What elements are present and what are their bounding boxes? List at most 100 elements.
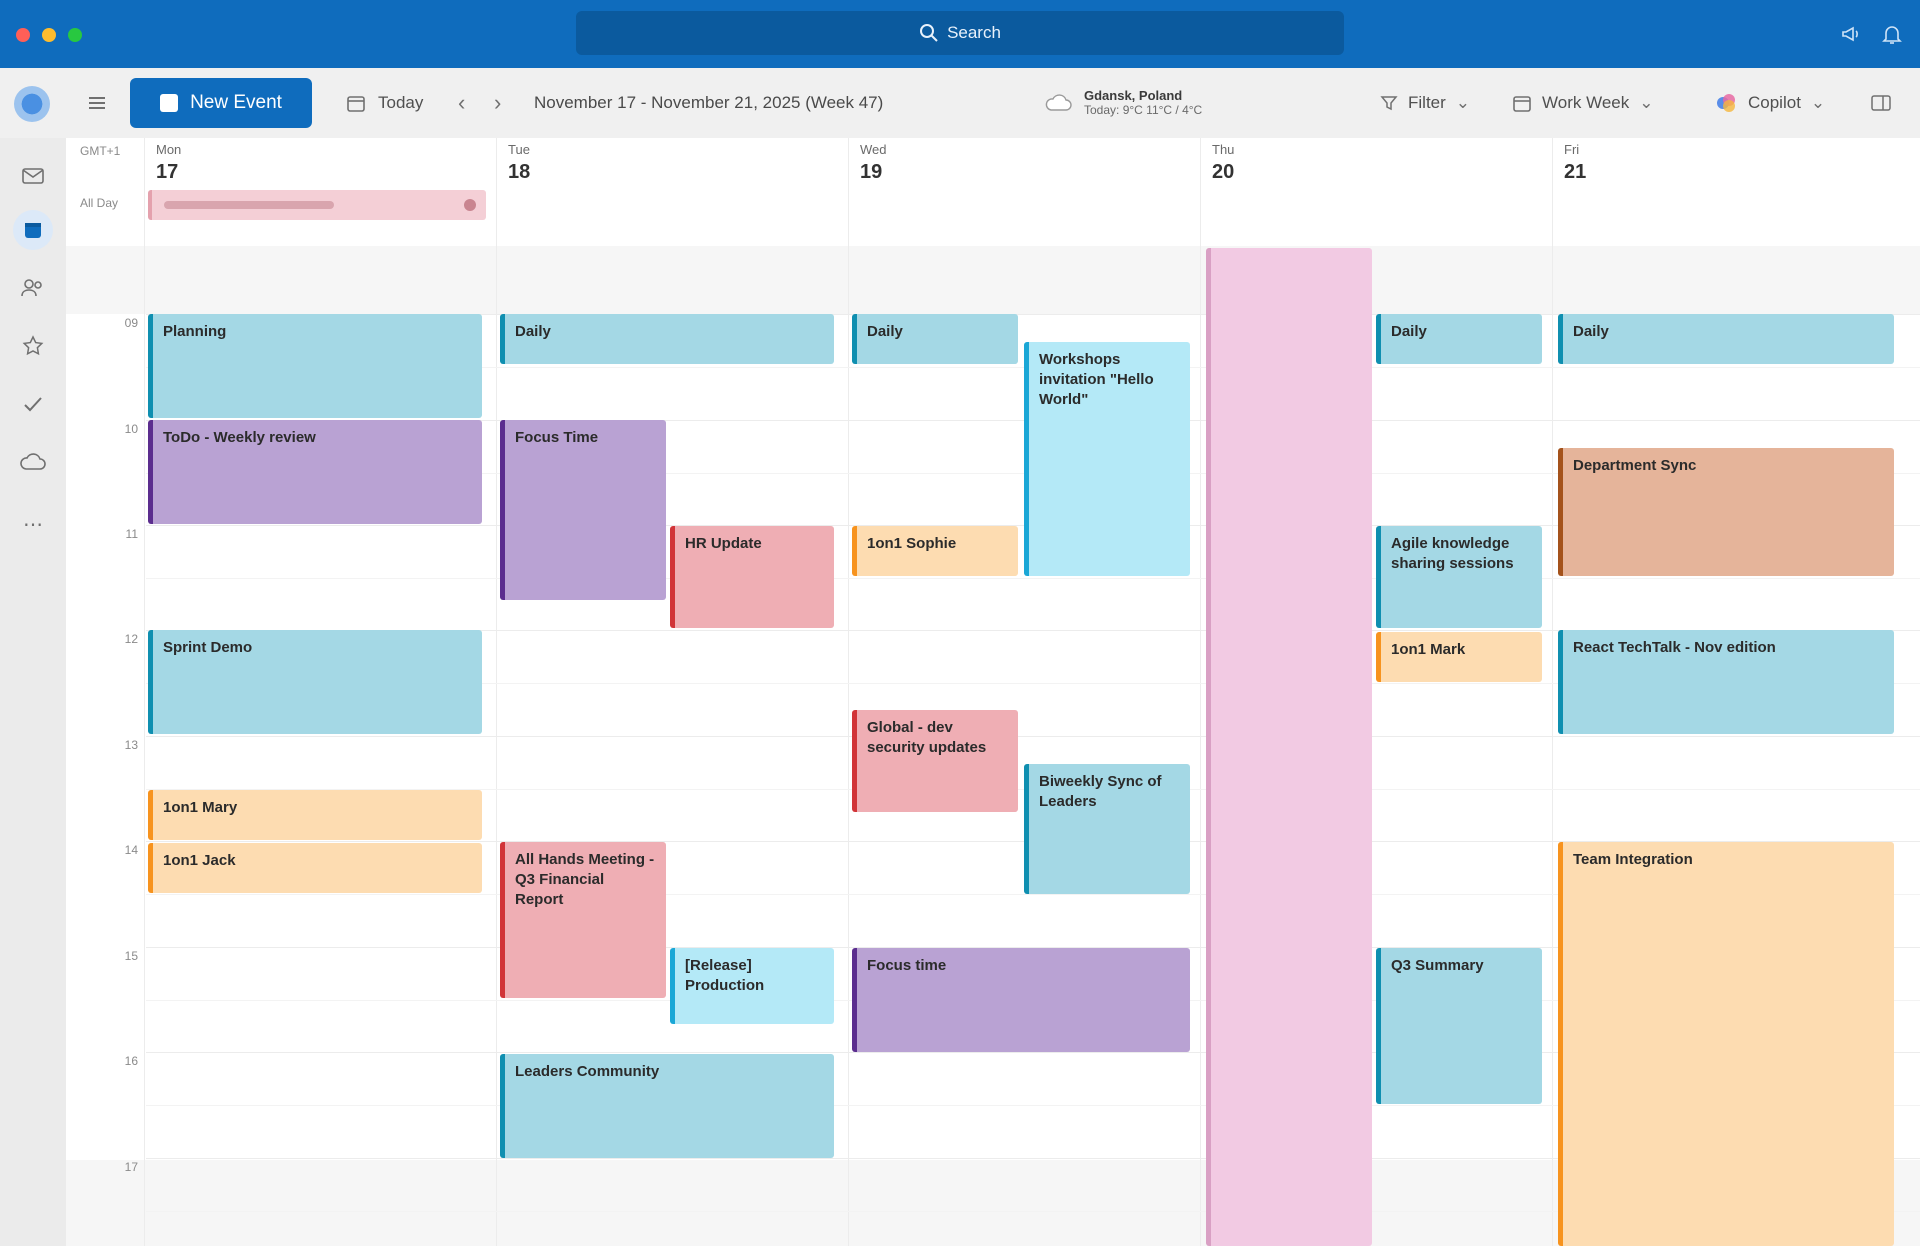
day-header-tue[interactable]: Tue 18 [508, 142, 530, 184]
calendar-event[interactable]: HR Update [670, 526, 834, 628]
event-title: Team Integration [1573, 851, 1693, 868]
calendar-event[interactable]: 1on1 Mary [148, 790, 482, 840]
event-title: Sprint Demo [163, 639, 253, 656]
calendar-event[interactable]: React TechTalk - Nov edition [1558, 630, 1894, 734]
event-title: 1on1 Jack [163, 852, 236, 869]
day-date: 18 [508, 161, 531, 183]
event-title: HR Update [685, 535, 762, 552]
hour-line [146, 736, 1920, 737]
copilot-button[interactable]: Copilot ⌄ [1714, 68, 1825, 138]
event-title: Daily [1391, 323, 1427, 340]
calendar-event[interactable]: Biweekly Sync of Leaders [1024, 764, 1190, 894]
event-title: 1on1 Sophie [867, 535, 957, 552]
event-title: Leaders Community [515, 1063, 660, 1080]
star-icon[interactable] [19, 332, 47, 360]
timezone-label: GMT+1 [80, 144, 121, 158]
bell-icon[interactable] [1880, 22, 1904, 46]
reading-pane-icon[interactable] [1870, 68, 1892, 138]
today-button[interactable]: Today [346, 68, 423, 138]
event-title: Global - dev security updates [867, 719, 987, 756]
filter-button[interactable]: Filter ⌄ [1380, 68, 1470, 138]
calendar-event[interactable]: 1on1 Sophie [852, 526, 1018, 576]
column-separator [1200, 138, 1201, 1246]
filter-icon [1380, 96, 1398, 111]
event-title: React TechTalk - Nov edition [1573, 639, 1776, 656]
event-title: Q3 Summary [1391, 957, 1484, 974]
event-title: Daily [1573, 323, 1609, 340]
filter-label: Filter [1408, 93, 1446, 112]
navigation-rail: ⋯ [0, 138, 66, 1246]
calendar-event[interactable]: Planning [148, 314, 482, 418]
hamburger-menu-icon[interactable] [86, 68, 108, 138]
calendar-event[interactable]: ToDo - Weekly review [148, 420, 482, 524]
chevron-down-icon: ⌄ [1639, 93, 1654, 112]
event-title: 1on1 Mark [1391, 641, 1466, 658]
day-header-mon[interactable]: Mon 17 [156, 142, 181, 184]
hour-label: 17 [124, 1160, 138, 1174]
column-separator [848, 138, 849, 1246]
day-header-thu[interactable]: Thu 20 [1212, 142, 1234, 184]
checkmark-icon[interactable] [19, 390, 47, 418]
calendar-event[interactable]: Daily [1376, 314, 1542, 364]
calendar-event[interactable]: [Release] Production [670, 948, 834, 1024]
event-title: Daily [515, 323, 551, 340]
hour-label: 12 [124, 632, 138, 646]
out-of-office-block[interactable] [1206, 248, 1372, 1246]
cloud-storage-icon[interactable] [19, 448, 47, 476]
new-event-label: New Event [190, 92, 282, 113]
today-label: Today [378, 93, 424, 112]
search-icon [920, 24, 938, 42]
day-name: Mon [156, 142, 182, 157]
day-date: 17 [156, 161, 179, 183]
day-header-fri[interactable]: Fri 21 [1564, 142, 1586, 184]
half-hour-line [146, 578, 1920, 579]
chevron-down-icon: ⌄ [1455, 93, 1471, 112]
event-title: Department Sync [1573, 457, 1697, 474]
calendar-event[interactable]: 1on1 Mark [1376, 632, 1542, 682]
zoom-window-button[interactable] [68, 28, 82, 42]
calendar-icon[interactable] [13, 210, 53, 250]
more-apps-icon[interactable]: ⋯ [19, 510, 47, 538]
next-week-button[interactable]: › [494, 68, 501, 138]
calendar-event[interactable]: Daily [1558, 314, 1894, 364]
account-avatar[interactable] [14, 86, 50, 122]
hour-label: 16 [124, 1054, 138, 1068]
toolbar: New Event Today ‹ › November 17 - Novemb… [0, 68, 1920, 138]
day-name: Fri [1564, 142, 1580, 157]
calendar-event[interactable]: Focus time [852, 948, 1190, 1052]
allday-event-title-redacted [164, 201, 334, 209]
day-date: 20 [1212, 161, 1235, 183]
search-bar[interactable]: Search [576, 11, 1344, 55]
calendar-event[interactable]: Q3 Summary [1376, 948, 1542, 1104]
hour-label: 10 [124, 422, 138, 436]
view-selector[interactable]: Work Week ⌄ [1512, 68, 1653, 138]
allday-label: All Day [80, 196, 119, 210]
mail-icon[interactable] [19, 162, 47, 190]
previous-week-button[interactable]: ‹ [458, 68, 465, 138]
chevron-down-icon: ⌄ [1810, 93, 1826, 112]
calendar-event[interactable]: Team Integration [1558, 842, 1894, 1246]
megaphone-icon[interactable] [1840, 22, 1864, 46]
allday-event[interactable] [148, 190, 486, 220]
calendar-event[interactable]: Leaders Community [500, 1054, 834, 1158]
close-window-button[interactable] [16, 28, 30, 42]
calendar-event[interactable]: All Hands Meeting - Q3 Financial Report [500, 842, 666, 998]
copilot-label: Copilot [1748, 93, 1801, 112]
calendar-event[interactable]: Daily [500, 314, 834, 364]
day-header-wed[interactable]: Wed 19 [860, 142, 887, 184]
calendar-event[interactable]: Global - dev security updates [852, 710, 1018, 812]
calendar-event[interactable]: Focus Time [500, 420, 666, 600]
copilot-icon [1717, 94, 1735, 112]
calendar-event[interactable]: Workshops invitation "Hello World" [1024, 342, 1190, 576]
event-title: ToDo - Weekly review [163, 429, 316, 446]
day-name: Thu [1212, 142, 1235, 157]
calendar-event[interactable]: Daily [852, 314, 1018, 364]
people-icon[interactable] [19, 274, 47, 302]
calendar-event[interactable]: 1on1 Jack [148, 843, 482, 893]
calendar-event[interactable]: Department Sync [1558, 448, 1894, 576]
calendar-event[interactable]: Agile knowledge sharing sessions [1376, 526, 1542, 628]
minimize-window-button[interactable] [42, 28, 56, 42]
new-event-button[interactable]: New Event [130, 78, 312, 128]
weather-widget[interactable]: Gdansk, Poland Today: 9°C 11°C / 4°C [1044, 68, 1202, 138]
calendar-event[interactable]: Sprint Demo [148, 630, 482, 734]
